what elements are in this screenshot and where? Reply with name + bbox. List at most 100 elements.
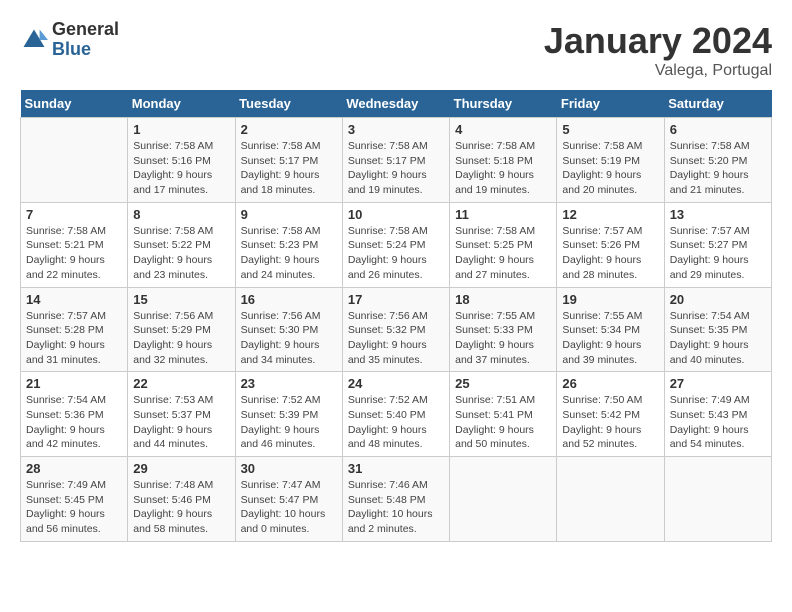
day-info: Sunrise: 7:58 AMSunset: 5:21 PMDaylight:…: [26, 224, 122, 283]
logo-blue-text: Blue: [52, 40, 119, 60]
day-info: Sunrise: 7:53 AMSunset: 5:37 PMDaylight:…: [133, 393, 229, 452]
calendar-cell: 16 Sunrise: 7:56 AMSunset: 5:30 PMDayligh…: [235, 287, 342, 372]
day-number: 9: [241, 207, 337, 222]
day-info: Sunrise: 7:56 AMSunset: 5:32 PMDaylight:…: [348, 309, 444, 368]
day-info: Sunrise: 7:54 AMSunset: 5:35 PMDaylight:…: [670, 309, 766, 368]
day-number: 7: [26, 207, 122, 222]
calendar-cell: [450, 457, 557, 542]
calendar-cell: [21, 118, 128, 203]
day-number: 16: [241, 292, 337, 307]
day-header-friday: Friday: [557, 90, 664, 118]
day-number: 6: [670, 122, 766, 137]
calendar-cell: 11 Sunrise: 7:58 AMSunset: 5:25 PMDayligh…: [450, 202, 557, 287]
day-number: 22: [133, 376, 229, 391]
day-info: Sunrise: 7:56 AMSunset: 5:30 PMDaylight:…: [241, 309, 337, 368]
day-info: Sunrise: 7:51 AMSunset: 5:41 PMDaylight:…: [455, 393, 551, 452]
calendar-cell: 20Sunrise: 7:54 AMSunset: 5:35 PMDayligh…: [664, 287, 771, 372]
day-number: 13: [670, 207, 766, 222]
location: Valega, Portugal: [544, 62, 772, 80]
day-info: Sunrise: 7:50 AMSunset: 5:42 PMDaylight:…: [562, 393, 658, 452]
day-number: 21: [26, 376, 122, 391]
day-number: 19: [562, 292, 658, 307]
calendar-cell: 23 Sunrise: 7:52 AMSunset: 5:39 PMDayligh…: [235, 372, 342, 457]
calendar-cell: 4 Sunrise: 7:58 AMSunset: 5:18 PMDaylight…: [450, 118, 557, 203]
day-number: 23: [241, 376, 337, 391]
day-info: Sunrise: 7:57 AMSunset: 5:26 PMDaylight:…: [562, 224, 658, 283]
calendar-cell: 13 Sunrise: 7:57 AMSunset: 5:27 PMDayligh…: [664, 202, 771, 287]
day-info: Sunrise: 7:47 AMSunset: 5:47 PMDaylight:…: [241, 478, 337, 537]
day-info: Sunrise: 7:52 AMSunset: 5:39 PMDaylight:…: [241, 393, 337, 452]
title-section: January 2024 Valega, Portugal: [544, 20, 772, 80]
calendar-cell: 26 Sunrise: 7:50 AMSunset: 5:42 PMDayligh…: [557, 372, 664, 457]
calendar-week-1: 1 Sunrise: 7:58 AMSunset: 5:16 PMDaylight…: [21, 118, 772, 203]
day-info: Sunrise: 7:58 AMSunset: 5:24 PMDaylight:…: [348, 224, 444, 283]
day-info: Sunrise: 7:58 AMSunset: 5:20 PMDaylight:…: [670, 139, 766, 198]
day-number: 2: [241, 122, 337, 137]
day-number: 25: [455, 376, 551, 391]
calendar-table: SundayMondayTuesdayWednesdayThursdayFrid…: [20, 90, 772, 542]
calendar-cell: 27Sunrise: 7:49 AMSunset: 5:43 PMDayligh…: [664, 372, 771, 457]
day-info: Sunrise: 7:56 AMSunset: 5:29 PMDaylight:…: [133, 309, 229, 368]
day-number: 26: [562, 376, 658, 391]
logo-icon: [20, 26, 48, 54]
day-info: Sunrise: 7:58 AMSunset: 5:18 PMDaylight:…: [455, 139, 551, 198]
day-info: Sunrise: 7:58 AMSunset: 5:19 PMDaylight:…: [562, 139, 658, 198]
day-number: 11: [455, 207, 551, 222]
calendar-cell: 29Sunrise: 7:48 AMSunset: 5:46 PMDayligh…: [128, 457, 235, 542]
calendar-cell: [664, 457, 771, 542]
day-info: Sunrise: 7:52 AMSunset: 5:40 PMDaylight:…: [348, 393, 444, 452]
logo: General Blue: [20, 20, 119, 60]
day-info: Sunrise: 7:57 AMSunset: 5:27 PMDaylight:…: [670, 224, 766, 283]
day-header-wednesday: Wednesday: [342, 90, 449, 118]
day-number: 10: [348, 207, 444, 222]
day-number: 17: [348, 292, 444, 307]
day-info: Sunrise: 7:49 AMSunset: 5:43 PMDaylight:…: [670, 393, 766, 452]
day-info: Sunrise: 7:58 AMSunset: 5:16 PMDaylight:…: [133, 139, 229, 198]
day-header-saturday: Saturday: [664, 90, 771, 118]
calendar-cell: 17 Sunrise: 7:56 AMSunset: 5:32 PMDayligh…: [342, 287, 449, 372]
calendar-cell: 30Sunrise: 7:47 AMSunset: 5:47 PMDayligh…: [235, 457, 342, 542]
calendar-cell: 18 Sunrise: 7:55 AMSunset: 5:33 PMDayligh…: [450, 287, 557, 372]
day-info: Sunrise: 7:48 AMSunset: 5:46 PMDaylight:…: [133, 478, 229, 537]
calendar-cell: 7 Sunrise: 7:58 AMSunset: 5:21 PMDaylight…: [21, 202, 128, 287]
logo-general-text: General: [52, 20, 119, 40]
day-info: Sunrise: 7:58 AMSunset: 5:17 PMDaylight:…: [241, 139, 337, 198]
day-number: 12: [562, 207, 658, 222]
calendar-cell: 22 Sunrise: 7:53 AMSunset: 5:37 PMDayligh…: [128, 372, 235, 457]
calendar-cell: 24Sunrise: 7:52 AMSunset: 5:40 PMDayligh…: [342, 372, 449, 457]
day-number: 1: [133, 122, 229, 137]
calendar-cell: 12 Sunrise: 7:57 AMSunset: 5:26 PMDayligh…: [557, 202, 664, 287]
day-info: Sunrise: 7:58 AMSunset: 5:17 PMDaylight:…: [348, 139, 444, 198]
calendar-cell: 3 Sunrise: 7:58 AMSunset: 5:17 PMDaylight…: [342, 118, 449, 203]
calendar-week-2: 7 Sunrise: 7:58 AMSunset: 5:21 PMDaylight…: [21, 202, 772, 287]
page-header: General Blue January 2024 Valega, Portug…: [20, 20, 772, 80]
day-info: Sunrise: 7:58 AMSunset: 5:22 PMDaylight:…: [133, 224, 229, 283]
header-row: SundayMondayTuesdayWednesdayThursdayFrid…: [21, 90, 772, 118]
calendar-cell: 9 Sunrise: 7:58 AMSunset: 5:23 PMDaylight…: [235, 202, 342, 287]
day-number: 3: [348, 122, 444, 137]
day-number: 4: [455, 122, 551, 137]
calendar-week-3: 14Sunrise: 7:57 AMSunset: 5:28 PMDayligh…: [21, 287, 772, 372]
day-info: Sunrise: 7:55 AMSunset: 5:34 PMDaylight:…: [562, 309, 658, 368]
day-number: 18: [455, 292, 551, 307]
day-number: 15: [133, 292, 229, 307]
day-number: 31: [348, 461, 444, 476]
day-header-tuesday: Tuesday: [235, 90, 342, 118]
calendar-week-5: 28 Sunrise: 7:49 AMSunset: 5:45 PMDayligh…: [21, 457, 772, 542]
calendar-cell: 2 Sunrise: 7:58 AMSunset: 5:17 PMDaylight…: [235, 118, 342, 203]
day-number: 14: [26, 292, 122, 307]
day-info: Sunrise: 7:55 AMSunset: 5:33 PMDaylight:…: [455, 309, 551, 368]
day-header-monday: Monday: [128, 90, 235, 118]
calendar-cell: 21Sunrise: 7:54 AMSunset: 5:36 PMDayligh…: [21, 372, 128, 457]
calendar-cell: 14Sunrise: 7:57 AMSunset: 5:28 PMDayligh…: [21, 287, 128, 372]
calendar-cell: 28 Sunrise: 7:49 AMSunset: 5:45 PMDayligh…: [21, 457, 128, 542]
day-info: Sunrise: 7:58 AMSunset: 5:23 PMDaylight:…: [241, 224, 337, 283]
calendar-cell: 25 Sunrise: 7:51 AMSunset: 5:41 PMDayligh…: [450, 372, 557, 457]
day-info: Sunrise: 7:58 AMSunset: 5:25 PMDaylight:…: [455, 224, 551, 283]
day-info: Sunrise: 7:49 AMSunset: 5:45 PMDaylight:…: [26, 478, 122, 537]
day-number: 8: [133, 207, 229, 222]
day-number: 28: [26, 461, 122, 476]
calendar-cell: 8 Sunrise: 7:58 AMSunset: 5:22 PMDaylight…: [128, 202, 235, 287]
calendar-cell: 31Sunrise: 7:46 AMSunset: 5:48 PMDayligh…: [342, 457, 449, 542]
month-title: January 2024: [544, 20, 772, 62]
